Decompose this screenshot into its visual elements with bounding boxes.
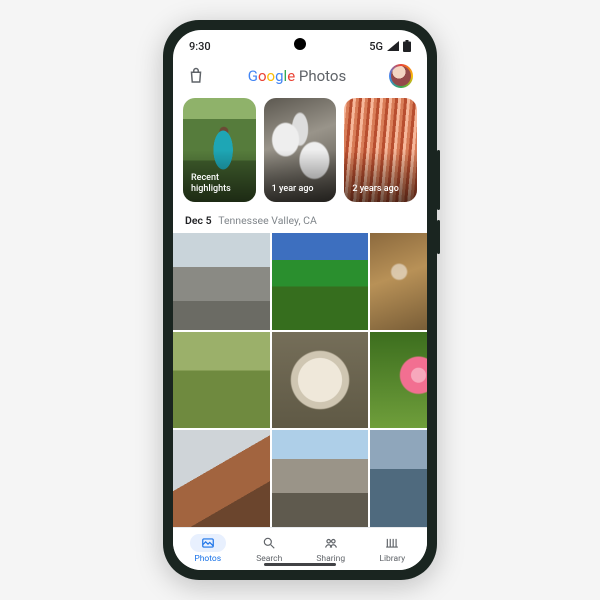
nav-search[interactable]: Search (239, 534, 301, 564)
sharing-icon (324, 536, 338, 550)
photo-grid[interactable] (173, 233, 427, 527)
nav-sharing[interactable]: Sharing (300, 534, 362, 564)
photo-thumb[interactable] (272, 233, 369, 330)
date-label: Dec 5 (185, 214, 212, 227)
volume-button (437, 150, 440, 210)
memory-card-2-years[interactable]: 2 years ago (344, 98, 417, 202)
front-camera (294, 38, 306, 50)
photo-thumb[interactable] (272, 332, 369, 429)
search-icon (262, 536, 276, 550)
google-word: Google (248, 67, 295, 85)
library-icon (385, 536, 399, 550)
photos-word: Photos (299, 67, 346, 85)
nav-label: Photos (194, 554, 221, 564)
date-header: Dec 5 Tennessee Valley, CA (173, 212, 427, 233)
print-store-icon[interactable] (187, 67, 205, 85)
photo-thumb[interactable] (370, 332, 427, 429)
nav-label: Library (379, 554, 405, 564)
location-label: Tennessee Valley, CA (218, 214, 317, 227)
photo-thumb[interactable] (173, 430, 270, 527)
photo-thumb[interactable] (173, 332, 270, 429)
nav-library[interactable]: Library (362, 534, 424, 564)
app-title: Google Photos (248, 67, 346, 85)
memory-label: Recent highlights (191, 173, 248, 194)
network-label: 5G (369, 40, 383, 53)
gesture-handle[interactable] (264, 563, 336, 566)
avatar[interactable] (389, 64, 413, 88)
battery-icon (403, 40, 411, 52)
photos-icon (201, 536, 215, 550)
photo-thumb[interactable] (272, 430, 369, 527)
memory-card-recent[interactable]: Recent highlights (183, 98, 256, 202)
photo-thumb[interactable] (370, 233, 427, 330)
memory-label: 2 years ago (352, 184, 399, 194)
memory-label: 1 year ago (272, 184, 314, 194)
app-header: Google Photos (173, 58, 427, 98)
signal-icon (387, 41, 399, 51)
memory-card-1-year[interactable]: 1 year ago (264, 98, 337, 202)
photo-thumb[interactable] (370, 430, 427, 527)
clock: 9:30 (189, 40, 211, 53)
memories-carousel[interactable]: Recent highlights 1 year ago 2 years ago (173, 98, 427, 212)
nav-photos[interactable]: Photos (177, 534, 239, 564)
status-right: 5G (369, 40, 411, 53)
power-button (437, 220, 440, 254)
photo-thumb[interactable] (173, 233, 270, 330)
phone-frame: 9:30 5G Google Photos R (163, 20, 437, 580)
screen: 9:30 5G Google Photos R (173, 30, 427, 570)
